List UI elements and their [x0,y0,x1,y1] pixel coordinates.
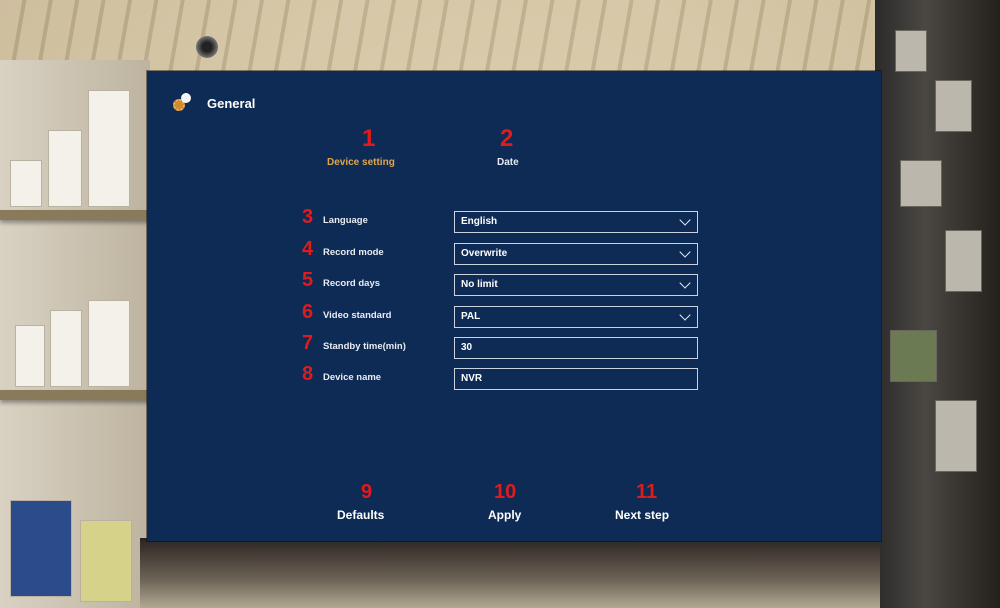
annotation-6: 6 [302,301,314,323]
annotation-1: 1 [362,125,376,152]
right-shelving [875,0,1000,608]
apply-button[interactable]: Apply [488,508,521,522]
defaults-button[interactable]: Defaults [337,508,384,522]
standby-time-input[interactable]: 30 [454,337,698,359]
ceiling [0,0,1000,75]
ceiling-camera [196,36,218,58]
panel-title: General [207,95,256,111]
gear-icon [173,93,193,113]
left-shelving [0,60,150,608]
record-days-value: No limit [461,279,498,290]
settings-panel: General 1 Device setting 2 Date 3 Langua… [147,71,881,541]
device-name-label: Device name [323,372,382,383]
standby-time-label: Standby time(min) [323,341,406,352]
row-record-mode: 4 Record mode Overwrite [147,238,881,267]
record-mode-select[interactable]: Overwrite [454,243,698,265]
record-days-label: Record days [323,278,381,289]
video-standard-select[interactable]: PAL [454,306,698,328]
row-standby-time: 7 Standby time(min) 30 [147,332,881,361]
annotation-3: 3 [302,206,314,228]
annotation-9: 9 [361,481,373,503]
video-standard-value: PAL [461,311,481,322]
record-mode-label: Record mode [323,247,384,258]
chevron-down-icon [679,309,691,321]
standby-time-value: 30 [461,342,473,353]
record-days-select[interactable]: No limit [454,274,698,296]
chevron-down-icon [679,246,691,258]
floor-counter [140,538,880,608]
chevron-down-icon [679,277,691,289]
row-record-days: 5 Record days No limit [147,269,881,298]
annotation-8: 8 [302,363,314,385]
annotation-2: 2 [500,125,514,152]
panel-header: General [173,93,255,113]
annotation-4: 4 [302,238,314,260]
language-label: Language [323,215,368,226]
next-step-button[interactable]: Next step [615,508,669,522]
annotation-10: 10 [494,481,517,503]
device-name-value: NVR [461,373,483,384]
row-video-standard: 6 Video standard PAL [147,301,881,330]
language-select[interactable]: English [454,211,698,233]
record-mode-value: Overwrite [461,248,508,259]
chevron-down-icon [679,214,691,226]
row-device-name: 8 Device name NVR [147,363,881,392]
video-standard-label: Video standard [323,310,392,321]
language-value: English [461,216,498,227]
annotation-11: 11 [636,481,658,503]
annotation-5: 5 [302,269,314,291]
tab-device-setting[interactable]: Device setting [327,157,395,168]
tab-date[interactable]: Date [497,157,519,168]
annotation-7: 7 [302,332,314,354]
row-language: 3 Language English [147,206,881,235]
device-name-input[interactable]: NVR [454,368,698,390]
